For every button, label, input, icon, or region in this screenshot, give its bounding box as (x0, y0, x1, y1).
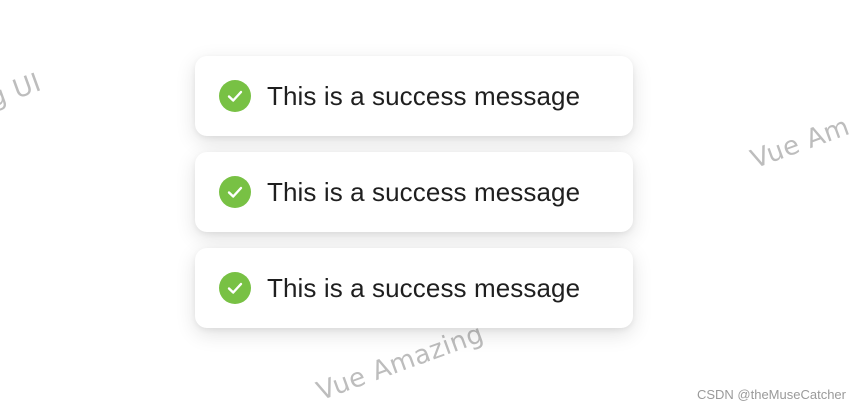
watermark-text: Vue Amazing (312, 318, 488, 408)
success-message-text: This is a success message (267, 272, 581, 303)
check-circle-icon (219, 272, 251, 304)
success-message-text: This is a success message (267, 176, 581, 207)
watermark-text: Vue Am (746, 111, 854, 176)
check-circle-icon (219, 176, 251, 208)
success-message: This is a success message (195, 56, 633, 136)
success-message: This is a success message (195, 152, 633, 232)
check-circle-icon (219, 80, 251, 112)
footer-credit: CSDN @theMuseCatcher (696, 387, 846, 402)
success-message: This is a success message (195, 248, 633, 328)
watermark-text: azing UI (0, 67, 46, 134)
success-message-text: This is a success message (267, 80, 581, 111)
